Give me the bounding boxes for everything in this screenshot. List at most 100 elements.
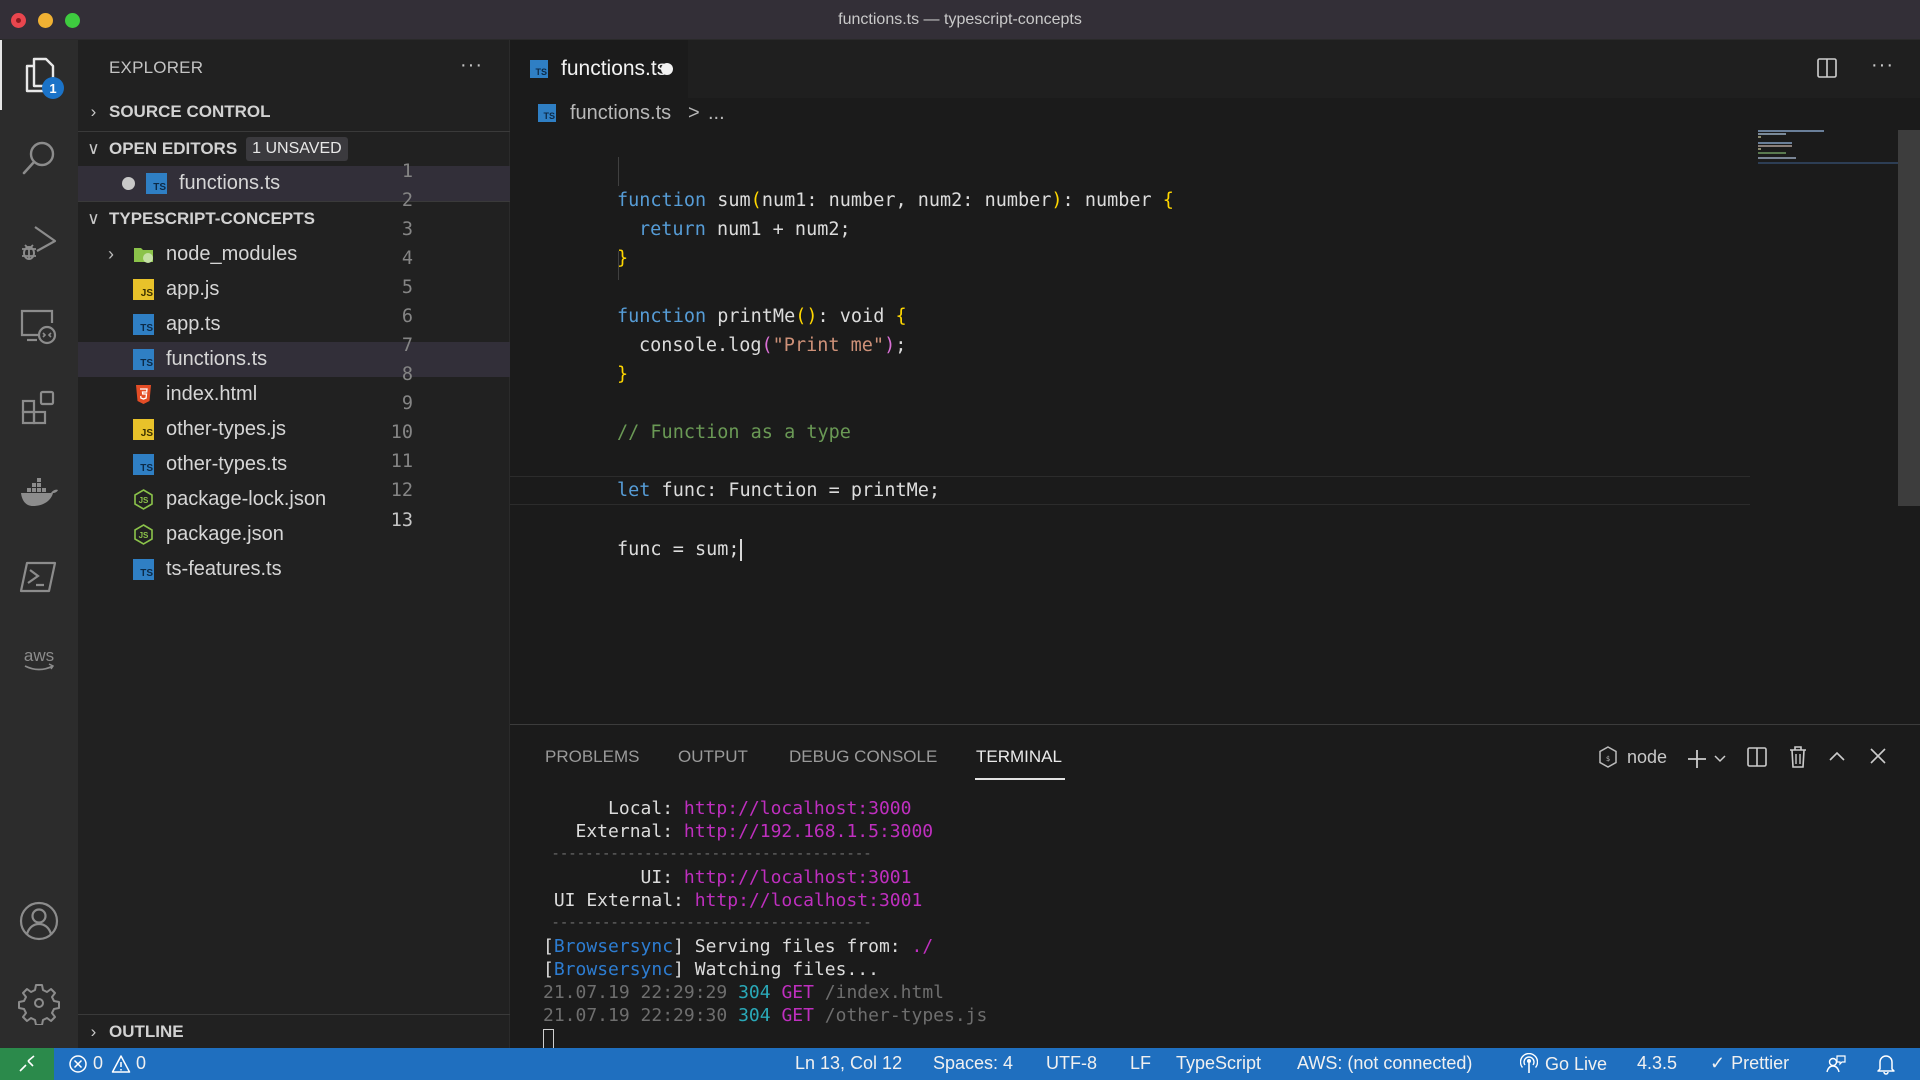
breadcrumb-symbols[interactable]: ...	[708, 102, 725, 125]
encoding[interactable]: UTF-8	[1046, 1053, 1097, 1074]
activity-aws[interactable]: aws	[0, 624, 78, 694]
go-live-button[interactable]: Go Live	[1520, 1053, 1607, 1075]
activity-manage[interactable]	[0, 968, 78, 1038]
extensions-icon	[21, 390, 55, 425]
nodejs-file-icon: JS	[134, 524, 153, 545]
activity-docker[interactable]	[0, 458, 78, 528]
feedback-icon[interactable]	[1826, 1054, 1846, 1074]
end-of-line[interactable]: LF	[1130, 1053, 1151, 1074]
activity-powershell[interactable]	[0, 542, 78, 612]
unsaved-dot-icon[interactable]	[661, 63, 673, 75]
terminal-link[interactable]: http://localhost:3001	[684, 867, 912, 888]
tree-file[interactable]: JS package.json	[78, 517, 510, 552]
line-number: 9	[401, 393, 413, 414]
terminal-line: [Browsersync] Watching files...	[543, 959, 879, 980]
activity-search[interactable]	[0, 124, 78, 194]
activity-run-debug[interactable]	[0, 208, 78, 278]
unsaved-badge: 1 UNSAVED	[246, 136, 348, 161]
open-editor-item[interactable]: TS functions.ts	[78, 166, 510, 201]
line-number: 6	[401, 306, 413, 327]
file-name: app.js	[166, 278, 220, 300]
chevron-right-icon: ›	[90, 102, 97, 121]
terminal-text: Watching files...	[683, 959, 879, 980]
tab-functions-ts[interactable]: TS functions.ts	[510, 40, 688, 98]
code-line: 11 let func: Function = printMe;	[391, 418, 1750, 501]
chevron-down-icon[interactable]	[1713, 751, 1727, 765]
typescript-file-icon: TS	[146, 173, 167, 194]
explorer-more-actions-button[interactable]: ···	[460, 54, 483, 77]
cursor-position[interactable]: Ln 13, Col 12	[795, 1053, 902, 1074]
terminal-line: External: http://192.168.1.5:3000	[543, 820, 987, 843]
tree-file[interactable]: JS app.js	[78, 272, 510, 307]
tree-folder-node-modules[interactable]: › node_modules	[78, 237, 510, 272]
scrollbar-thumb[interactable]	[1898, 130, 1920, 506]
bell-icon[interactable]	[1876, 1053, 1896, 1075]
terminal-select[interactable]: $ node	[1597, 745, 1667, 769]
prettier-status[interactable]: ✓ Prettier	[1710, 1053, 1789, 1074]
panel-tab-problems[interactable]: PROBLEMS	[545, 747, 639, 767]
minimap[interactable]	[1758, 128, 1914, 168]
editor-more-actions-button[interactable]: ···	[1871, 54, 1894, 77]
problems-indicator[interactable]: 0 0	[68, 1053, 146, 1074]
terminal-link[interactable]: http://localhost:3000	[684, 798, 912, 819]
activity-accounts[interactable]	[0, 886, 78, 956]
typescript-file-icon: TS	[133, 454, 154, 475]
tree-file[interactable]: index.html	[78, 377, 510, 412]
terminal-link[interactable]: http://192.168.1.5:3000	[684, 821, 933, 842]
terminal-text: Serving files from:	[683, 936, 912, 957]
minimap-line	[1758, 133, 1786, 135]
activity-extensions[interactable]	[0, 374, 78, 444]
browsersync-tag: Browsersync	[553, 959, 674, 980]
minimap-line	[1758, 145, 1792, 147]
remote-explorer-icon	[20, 309, 57, 345]
breadcrumb: TS functions.ts > ...	[510, 98, 1920, 128]
terminal-divider: --------------------------------------	[543, 846, 872, 862]
terminal-prompt[interactable]	[543, 1027, 987, 1050]
split-editor-icon[interactable]	[1816, 57, 1838, 79]
typescript-version[interactable]: 4.3.5	[1637, 1053, 1677, 1074]
aws-icon: aws	[24, 646, 54, 671]
unsaved-dot-icon[interactable]	[122, 177, 135, 190]
indentation[interactable]: Spaces: 4	[933, 1053, 1013, 1074]
tree-file-selected[interactable]: TS functions.ts	[78, 342, 510, 377]
split-terminal-icon[interactable]	[1746, 746, 1768, 768]
close-icon[interactable]	[1868, 746, 1888, 766]
activity-explorer[interactable]: 1	[0, 40, 78, 110]
tree-file[interactable]: TS other-types.ts	[78, 447, 510, 482]
terminal-output[interactable]: Local: http://localhost:3000 External: h…	[543, 797, 987, 1050]
line-number: 13	[390, 510, 413, 531]
new-terminal-icon[interactable]	[1685, 747, 1709, 771]
section-source-control[interactable]: › SOURCE CONTROL	[78, 95, 510, 129]
panel-tab-output[interactable]: OUTPUT	[678, 747, 748, 767]
terminal-link[interactable]: http://localhost:3001	[695, 890, 923, 911]
tree-file[interactable]: JS package-lock.json	[78, 482, 510, 517]
nodejs-file-icon: JS	[134, 489, 153, 510]
remote-indicator[interactable]	[0, 1048, 54, 1080]
section-typescript-concepts[interactable]: ∨ TYPESCRIPT-CONCEPTS	[78, 201, 510, 235]
line-number: 8	[401, 364, 413, 385]
title-bar: functions.ts — typescript-concepts	[0, 0, 1920, 40]
terminal-icon	[19, 561, 57, 593]
section-open-editors[interactable]: ∨ OPEN EDITORS 1 UNSAVED	[78, 131, 510, 165]
language-mode[interactable]: TypeScript	[1176, 1053, 1261, 1074]
maximize-panel-icon[interactable]	[1828, 749, 1846, 763]
tree-file[interactable]: JS other-types.js	[78, 412, 510, 447]
section-outline[interactable]: › OUTLINE	[78, 1014, 510, 1048]
panel-tab-debug-console[interactable]: DEBUG CONSOLE	[789, 747, 937, 767]
code-line: 5 function printMe(): void {	[402, 244, 1750, 327]
typescript-file-icon: TS	[530, 60, 548, 78]
file-name: app.ts	[166, 313, 221, 335]
trash-icon[interactable]	[1787, 745, 1809, 769]
panel-tab-terminal[interactable]: TERMINAL	[975, 747, 1065, 780]
tree-file[interactable]: TS app.ts	[78, 307, 510, 342]
editor-scrollbar[interactable]	[1898, 128, 1920, 724]
tree-file[interactable]: TS ts-features.ts	[78, 552, 510, 587]
aws-connection[interactable]: AWS: (not connected)	[1297, 1053, 1472, 1074]
file-name: index.html	[166, 383, 258, 405]
terminal-select-label: node	[1627, 746, 1668, 767]
code-line: 9 // Function as a type	[402, 360, 1750, 443]
explorer-badge: 1	[42, 77, 64, 99]
breadcrumb-file[interactable]: functions.ts	[570, 102, 671, 125]
code-editor[interactable]: 1 function sum(num1: number, num2: numbe…	[391, 128, 1920, 724]
activity-remote-explorer[interactable]	[0, 292, 78, 362]
